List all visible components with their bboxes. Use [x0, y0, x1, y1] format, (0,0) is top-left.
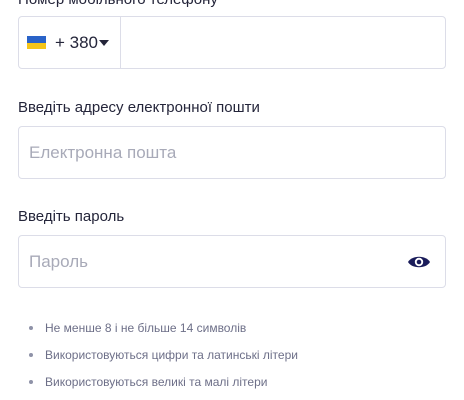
phone-input[interactable] [121, 17, 445, 68]
eye-icon[interactable] [407, 252, 431, 272]
email-input[interactable]: Електронна пошта [18, 126, 446, 179]
requirement-text: Використовуються великі та малі літери [45, 375, 268, 389]
bullet-icon [29, 380, 33, 384]
requirement-text: Використовуються цифри та латинські літе… [45, 348, 298, 362]
email-placeholder: Електронна пошта [29, 143, 177, 162]
caret-down-icon [99, 40, 109, 46]
password-input[interactable]: Пароль [18, 235, 446, 288]
bullet-icon [29, 326, 33, 330]
ukraine-flag-icon [27, 36, 46, 49]
phone-label: Номер мобільного телефону [18, 0, 218, 8]
requirement-item: Використовуються великі та малі літери [29, 371, 298, 398]
password-placeholder: Пароль [29, 252, 88, 271]
country-code: + 380 [55, 33, 99, 52]
requirement-text: Не менше 8 і не більше 14 символів [45, 321, 247, 335]
requirement-item: Використовуються цифри та латинські літе… [29, 344, 298, 371]
requirement-item: Не менше 8 і не більше 14 символів [29, 317, 298, 344]
password-label: Введіть пароль [18, 208, 125, 225]
password-requirements: Не менше 8 і не більше 14 символів Викор… [29, 317, 298, 398]
email-label: Введіть адресу електронної пошти [18, 99, 260, 116]
country-code-selector[interactable]: + 380 [19, 17, 121, 68]
phone-field: + 380 [18, 16, 446, 69]
bullet-icon [29, 353, 33, 357]
